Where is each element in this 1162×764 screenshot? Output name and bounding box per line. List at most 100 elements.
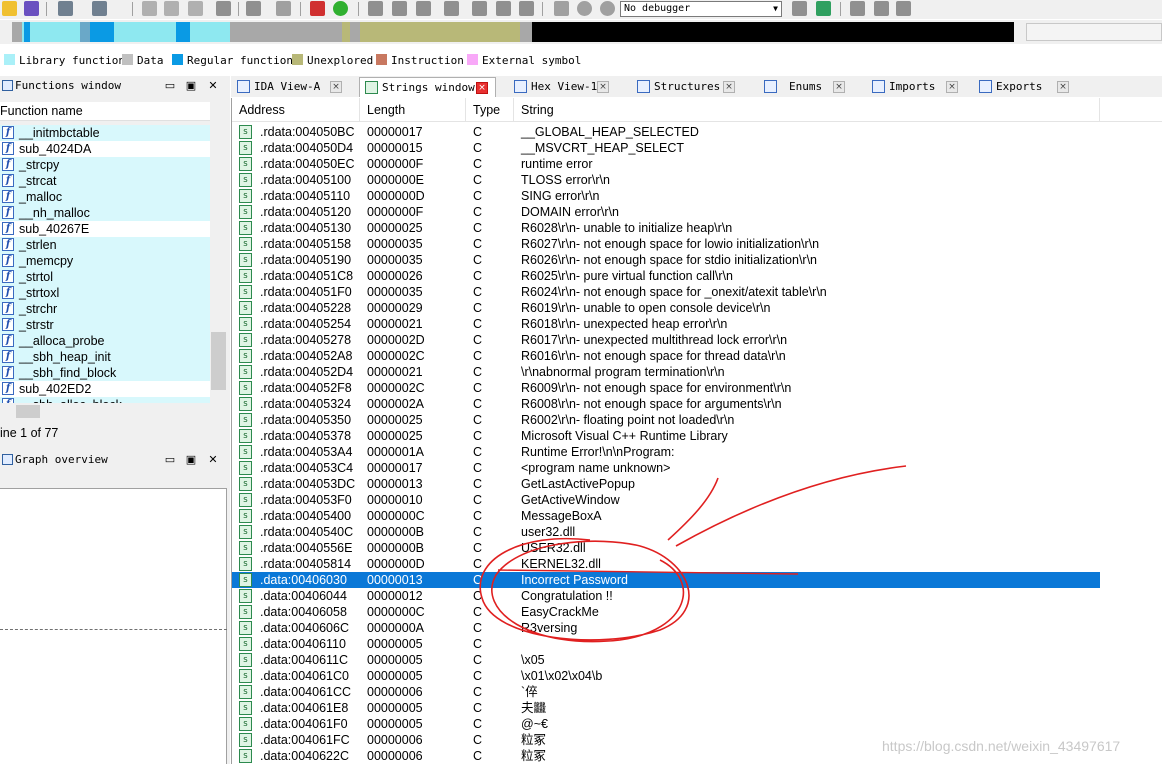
- string-row[interactable]: s .rdata:004053A4 0000001A C Runtime Error!\…: [232, 444, 1162, 460]
- breakpoint-icon[interactable]: [874, 1, 889, 16]
- functions-vertical-scrollbar[interactable]: [210, 102, 227, 480]
- minimize-icon[interactable]: ▭: [163, 450, 177, 469]
- function-list-item[interactable]: f _strcpy: [0, 157, 210, 173]
- close-icon[interactable]: ×: [330, 81, 342, 93]
- string-row[interactable]: s .rdata:00405100 0000000E C TLOSS error\r\n: [232, 172, 1162, 188]
- function-list-item[interactable]: f __sbh_heap_init: [0, 349, 210, 365]
- tab-structures[interactable]: Structures ×: [632, 77, 750, 97]
- string-row[interactable]: s .rdata:004052D4 00000021 C \r\nabnormal pr…: [232, 364, 1162, 380]
- function-name-column-header[interactable]: Function name: [0, 102, 210, 121]
- close-icon[interactable]: ×: [833, 81, 845, 93]
- string-row[interactable]: s .data:00406110 00000005 C: [232, 636, 1162, 652]
- string-row[interactable]: s .rdata:00405120 0000000F C DOMAIN error\r\…: [232, 204, 1162, 220]
- data-icon[interactable]: [392, 1, 407, 16]
- code-icon[interactable]: [472, 1, 487, 16]
- tab-strings-window[interactable]: Strings window ×: [359, 77, 496, 97]
- function-list-item[interactable]: f __nh_malloc: [0, 205, 210, 221]
- string-row[interactable]: s .rdata:00405110 0000000D C SING error\r\n: [232, 188, 1162, 204]
- string-row[interactable]: s .rdata:004050EC 0000000F Cruntime error: [232, 156, 1162, 172]
- scrollbar-thumb[interactable]: [16, 405, 40, 418]
- column-header-type[interactable]: Type: [466, 98, 514, 122]
- warning-icon[interactable]: [310, 1, 325, 16]
- hex-icon[interactable]: [368, 1, 383, 16]
- scrollbar-thumb[interactable]: [211, 332, 226, 390]
- paste-icon[interactable]: [164, 1, 179, 16]
- function-list-item[interactable]: f __alloca_probe: [0, 333, 210, 349]
- string-row[interactable]: s .rdata:004051C8 00000026 C R6025\r\n- pure…: [232, 268, 1162, 284]
- string-row[interactable]: s .rdata:00405228 00000029 C R6019\r\n- unab…: [232, 300, 1162, 316]
- tab-enums[interactable]: Enums ×: [759, 77, 854, 97]
- detach-icon[interactable]: [816, 1, 831, 16]
- cross-icon[interactable]: [519, 1, 534, 16]
- tab-hex-view-1[interactable]: Hex View-1 ×: [509, 77, 627, 97]
- dump-icon[interactable]: [188, 1, 203, 16]
- clear-breakpoint-icon[interactable]: [896, 1, 911, 16]
- search-icon[interactable]: [276, 1, 291, 16]
- restore-icon[interactable]: ▣: [184, 450, 198, 469]
- forward-icon[interactable]: [92, 1, 107, 16]
- pause-icon[interactable]: [577, 1, 592, 16]
- string-row[interactable]: s .data:00406058 0000000C C EasyCrackMe: [232, 604, 1162, 620]
- function-list-item[interactable]: f _malloc: [0, 189, 210, 205]
- string-row[interactable]: s .data:0040606C 0000000A C R3versing: [232, 620, 1162, 636]
- string-row[interactable]: s .rdata:00405324 0000002A C R6008\r\n- not …: [232, 396, 1162, 412]
- string-row[interactable]: s .rdata:00405278 0000002D C R6017\r\n- unex…: [232, 332, 1162, 348]
- back-icon[interactable]: [58, 1, 73, 16]
- string-row[interactable]: s .rdata:00405254 00000021 C R6018\r\n- unex…: [232, 316, 1162, 332]
- play-icon[interactable]: [554, 1, 569, 16]
- string-row[interactable]: s .rdata:004053DC 00000013 C GetLastActivePo…: [232, 476, 1162, 492]
- close-icon[interactable]: ×: [723, 81, 735, 93]
- function-list-item[interactable]: f _memcpy: [0, 253, 210, 269]
- string-row[interactable]: s .rdata:00405158 00000035 C R6027\r\n- not …: [232, 236, 1162, 252]
- string-row[interactable]: s .rdata:00405400 0000000C C MessageBoxA: [232, 508, 1162, 524]
- column-header-string[interactable]: String: [514, 98, 1100, 122]
- tab-ida-view-a[interactable]: IDA View-A ×: [232, 77, 349, 97]
- graph-icon[interactable]: [496, 1, 511, 16]
- navigation-bar[interactable]: [12, 22, 1014, 42]
- function-list-item[interactable]: f _strlen: [0, 237, 210, 253]
- close-icon[interactable]: ×: [1057, 81, 1069, 93]
- string-row[interactable]: s .data:00406044 00000012 C Congratulation !…: [232, 588, 1162, 604]
- function-list-item[interactable]: f _strcat: [0, 173, 210, 189]
- graph-overview-canvas[interactable]: [0, 488, 227, 764]
- function-list-item[interactable]: f _strchr: [0, 301, 210, 317]
- down-icon[interactable]: [246, 1, 261, 16]
- function-list-item[interactable]: f __initmbctable: [0, 125, 210, 141]
- string-row[interactable]: s .rdata:004053F0 00000010 C GetActiveWindow: [232, 492, 1162, 508]
- debugger-select[interactable]: No debugger ▼: [620, 1, 782, 17]
- string-row[interactable]: s .rdata:00405130 00000025 C R6028\r\n- unab…: [232, 220, 1162, 236]
- string-row[interactable]: s .data:0040611C 00000005 C \x05: [232, 652, 1162, 668]
- open-icon[interactable]: [2, 1, 17, 16]
- run-green-icon[interactable]: [333, 1, 348, 16]
- function-list-item[interactable]: f _strtoxl: [0, 285, 210, 301]
- string-row[interactable]: s .data:004061F0 00000005 C @~€: [232, 716, 1162, 732]
- string-row[interactable]: s .data:004061CC 00000006 C `倅: [232, 684, 1162, 700]
- plus-icon[interactable]: [416, 1, 431, 16]
- tab-imports[interactable]: Imports ×: [867, 77, 967, 97]
- string-row[interactable]: s .rdata:004052F8 0000002C C R6009\r\n- not …: [232, 380, 1162, 396]
- save-icon[interactable]: [24, 1, 39, 16]
- copy-icon[interactable]: [142, 1, 157, 16]
- string-row[interactable]: s .rdata:004050BC 00000017 C __GLOBAL_HEAP_S…: [232, 124, 1162, 140]
- tools-icon[interactable]: [850, 1, 865, 16]
- function-list-item[interactable]: f _strstr: [0, 317, 210, 333]
- string-row[interactable]: s .rdata:0040540C 0000000B Cuser32.dll: [232, 524, 1162, 540]
- functions-horizontal-scrollbar[interactable]: [0, 403, 210, 420]
- string-row[interactable]: s .rdata:00405814 0000000D C KERNEL32.dll: [232, 556, 1162, 572]
- string-row[interactable]: s .data:00406030 00000013 C Incorrect Passwo…: [232, 572, 1100, 588]
- close-icon[interactable]: ×: [946, 81, 958, 93]
- string-row[interactable]: s .rdata:004052A8 0000002C C R6016\r\n- not …: [232, 348, 1162, 364]
- minimize-icon[interactable]: ▭: [163, 76, 177, 95]
- function-list-item[interactable]: f sub_4024DA: [0, 141, 210, 157]
- restore-icon[interactable]: ▣: [184, 76, 198, 95]
- string-row[interactable]: s .rdata:00405378 00000025 C Microsoft Visua…: [232, 428, 1162, 444]
- string-row[interactable]: s .rdata:004050D4 00000015 C __MSVCRT_HEAP_S…: [232, 140, 1162, 156]
- attach-icon[interactable]: [792, 1, 807, 16]
- star-icon[interactable]: [444, 1, 459, 16]
- close-icon[interactable]: ×: [597, 81, 609, 93]
- string-row[interactable]: s .data:004061E8 00000005 C 夫𪚥: [232, 700, 1162, 716]
- string-row[interactable]: s .rdata:00405190 00000035 C R6026\r\n- not …: [232, 252, 1162, 268]
- string-row[interactable]: s .rdata:004051F0 00000035 C R6024\r\n- not …: [232, 284, 1162, 300]
- string-row[interactable]: s .data:004061C0 00000005 C \x01\x02\x04\b: [232, 668, 1162, 684]
- column-header-length[interactable]: Length: [360, 98, 466, 122]
